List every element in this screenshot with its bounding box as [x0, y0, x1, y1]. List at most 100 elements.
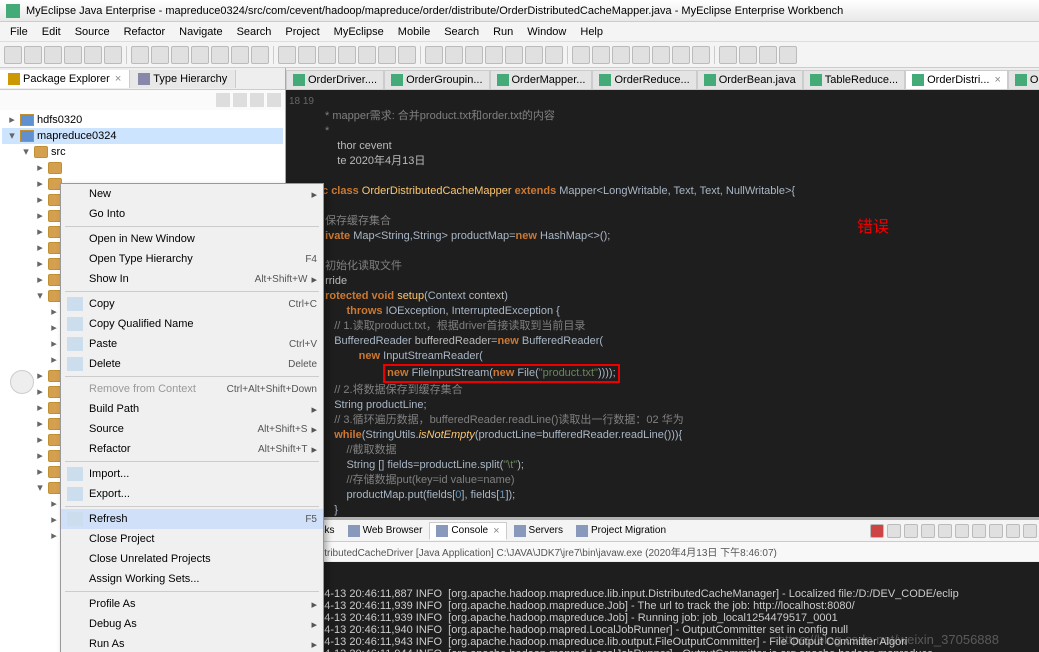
editor-tab[interactable]: OrderDistri...× [905, 70, 1008, 89]
toolbar-button[interactable] [425, 46, 443, 64]
toolbar-button[interactable] [231, 46, 249, 64]
toolbar-button[interactable] [211, 46, 229, 64]
toolbar-button[interactable] [191, 46, 209, 64]
editor-tab[interactable]: OrderBean.java [697, 70, 803, 89]
maximize-icon[interactable] [1023, 524, 1037, 538]
toolbar-button[interactable] [759, 46, 777, 64]
menu-help[interactable]: Help [574, 24, 609, 40]
editor-tab[interactable]: OrderGroupin... [384, 70, 489, 89]
menu-item-export-[interactable]: Export... [61, 484, 323, 504]
toolbar-button[interactable] [251, 46, 269, 64]
menu-file[interactable]: File [4, 24, 34, 40]
menu-item-refresh[interactable]: RefreshF5 [61, 509, 323, 529]
navigate-back-button[interactable] [10, 370, 34, 394]
toolbar-button[interactable] [632, 46, 650, 64]
toolbar-button[interactable] [84, 46, 102, 64]
display-console-icon[interactable] [972, 524, 986, 538]
remove-all-icon[interactable] [904, 524, 918, 538]
toolbar-button[interactable] [4, 46, 22, 64]
menu-project[interactable]: Project [279, 24, 325, 40]
menu-item-debug-as[interactable]: Debug As▸ [61, 614, 323, 634]
toolbar-button[interactable] [465, 46, 483, 64]
toolbar-button[interactable] [104, 46, 122, 64]
toolbar-button[interactable] [719, 46, 737, 64]
menu-navigate[interactable]: Navigate [173, 24, 228, 40]
editor-tab[interactable]: TableReduce... [803, 70, 905, 89]
close-icon[interactable]: × [994, 74, 1000, 86]
menu-item-build-path[interactable]: Build Path▸ [61, 399, 323, 419]
link-editor-icon[interactable] [233, 93, 247, 107]
menu-item-delete[interactable]: DeleteDelete [61, 354, 323, 374]
toolbar-button[interactable] [131, 46, 149, 64]
menu-search[interactable]: Search [231, 24, 278, 40]
editor-tab[interactable]: OrderMapper... [490, 70, 593, 89]
menu-edit[interactable]: Edit [36, 24, 67, 40]
terminate-icon[interactable] [870, 524, 884, 538]
menu-item-source[interactable]: SourceAlt+Shift+S▸ [61, 419, 323, 439]
menu-mobile[interactable]: Mobile [392, 24, 436, 40]
toolbar-button[interactable] [171, 46, 189, 64]
toolbar-button[interactable] [358, 46, 376, 64]
menu-item-run-as[interactable]: Run As▸ [61, 634, 323, 652]
toolbar-button[interactable] [485, 46, 503, 64]
menu-item-go-into[interactable]: Go Into [61, 204, 323, 224]
toolbar-button[interactable] [24, 46, 42, 64]
open-console-icon[interactable] [989, 524, 1003, 538]
view-menu-icon[interactable] [250, 93, 264, 107]
tree-item[interactable]: ▾src [2, 144, 283, 160]
menu-item-show-in[interactable]: Show InAlt+Shift+W▸ [61, 269, 323, 289]
clear-console-icon[interactable] [921, 524, 935, 538]
minimize-icon[interactable] [267, 93, 281, 107]
toolbar-button[interactable] [398, 46, 416, 64]
toolbar-button[interactable] [572, 46, 590, 64]
scroll-lock-icon[interactable] [938, 524, 952, 538]
menu-item-refactor[interactable]: RefactorAlt+Shift+T▸ [61, 439, 323, 459]
menu-item-remove-from-context[interactable]: Remove from ContextCtrl+Alt+Shift+Down [61, 379, 323, 399]
menu-item-close-project[interactable]: Close Project [61, 529, 323, 549]
editor-tab[interactable]: OrderReduce... [592, 70, 696, 89]
tree-item[interactable]: ▾mapreduce0324 [2, 128, 283, 144]
menu-search[interactable]: Search [438, 24, 485, 40]
toolbar-button[interactable] [44, 46, 62, 64]
minimize-icon[interactable] [1006, 524, 1020, 538]
toolbar-button[interactable] [338, 46, 356, 64]
toolbar-button[interactable] [525, 46, 543, 64]
editor-tab[interactable]: OrderDriver.... [286, 70, 384, 89]
collapse-all-icon[interactable] [216, 93, 230, 107]
menu-item-profile-as[interactable]: Profile As▸ [61, 594, 323, 614]
menu-refactor[interactable]: Refactor [118, 24, 172, 40]
toolbar-button[interactable] [672, 46, 690, 64]
menu-item-import-[interactable]: Import... [61, 464, 323, 484]
menu-myeclipse[interactable]: MyEclipse [328, 24, 390, 40]
tab-web-browser[interactable]: Web Browser [342, 523, 429, 539]
tab-servers[interactable]: Servers [508, 523, 569, 539]
menu-item-paste[interactable]: PasteCtrl+V [61, 334, 323, 354]
toolbar-button[interactable] [278, 46, 296, 64]
menu-item-close-unrelated-projects[interactable]: Close Unrelated Projects [61, 549, 323, 569]
tab-type-hierarchy[interactable]: Type Hierarchy [130, 70, 236, 88]
tree-item[interactable]: ▸ [2, 160, 283, 176]
toolbar-button[interactable] [545, 46, 563, 64]
menu-source[interactable]: Source [69, 24, 116, 40]
toolbar-button[interactable] [612, 46, 630, 64]
toolbar-button[interactable] [652, 46, 670, 64]
pin-console-icon[interactable] [955, 524, 969, 538]
toolbar-button[interactable] [64, 46, 82, 64]
toolbar-button[interactable] [779, 46, 797, 64]
menu-item-assign-working-sets-[interactable]: Assign Working Sets... [61, 569, 323, 589]
menu-item-open-type-hierarchy[interactable]: Open Type HierarchyF4 [61, 249, 323, 269]
toolbar-button[interactable] [692, 46, 710, 64]
menu-run[interactable]: Run [487, 24, 519, 40]
menu-item-copy[interactable]: CopyCtrl+C [61, 294, 323, 314]
menu-item-copy-qualified-name[interactable]: Copy Qualified Name [61, 314, 323, 334]
tab-console[interactable]: Console × [429, 522, 506, 540]
menu-item-new[interactable]: New▸ [61, 184, 323, 204]
tab-project-migration[interactable]: Project Migration [570, 523, 672, 539]
tab-package-explorer[interactable]: Package Explorer × [0, 70, 130, 88]
remove-launch-icon[interactable] [887, 524, 901, 538]
toolbar-button[interactable] [505, 46, 523, 64]
toolbar-button[interactable] [298, 46, 316, 64]
tree-item[interactable]: ▸hdfs0320 [2, 112, 283, 128]
close-icon[interactable]: × [115, 73, 121, 85]
toolbar-button[interactable] [318, 46, 336, 64]
